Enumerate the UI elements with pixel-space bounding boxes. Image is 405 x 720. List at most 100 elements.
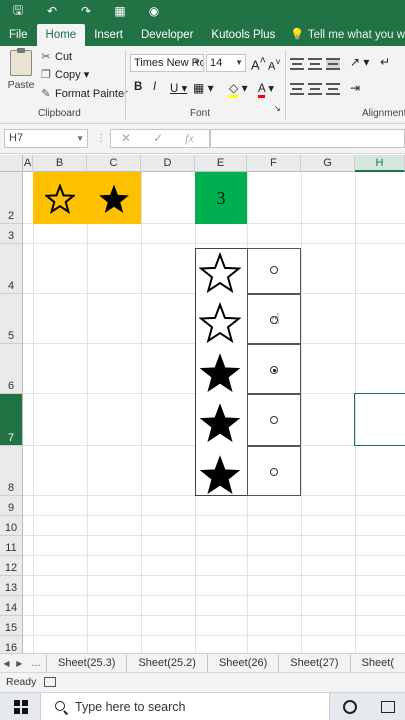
- sheet-more-button[interactable]: ...: [26, 657, 46, 669]
- rating-radio-button[interactable]: [270, 416, 278, 424]
- column-header-b[interactable]: B: [33, 155, 87, 172]
- sheet-prev-icon[interactable]: ◀: [0, 659, 13, 668]
- row-header-11[interactable]: 11: [0, 536, 23, 556]
- align-middle-icon[interactable]: [308, 58, 322, 70]
- italic-button[interactable]: I: [153, 81, 156, 93]
- fill-color-button[interactable]: ◇ ▾: [229, 81, 248, 98]
- row-header-5[interactable]: 5: [0, 294, 23, 344]
- formula-input[interactable]: [210, 129, 405, 148]
- align-right-icon[interactable]: [326, 83, 340, 95]
- copy-button[interactable]: ❐ Copy ▾: [40, 68, 89, 81]
- tell-me-search[interactable]: 💡 Tell me what you want: [284, 24, 405, 46]
- row-header-12[interactable]: 12: [0, 556, 23, 576]
- align-left-icon[interactable]: [290, 83, 304, 95]
- format-painter-button[interactable]: ✎ Format Painter: [40, 87, 128, 100]
- cortana-icon[interactable]: [343, 700, 357, 714]
- align-center-icon[interactable]: [308, 83, 322, 95]
- row-header-3[interactable]: 3: [0, 224, 23, 244]
- tab-home[interactable]: Home: [36, 24, 86, 46]
- paint-bucket-icon: ◇: [229, 81, 239, 98]
- rating-radio-button[interactable]: [270, 468, 278, 476]
- rating-star-outline-icon: [199, 302, 241, 344]
- row-header-6[interactable]: 6: [0, 344, 23, 394]
- font-name-select[interactable]: Times New Ro ▼: [130, 54, 204, 72]
- select-all-corner[interactable]: [0, 155, 23, 172]
- selected-cell-h7[interactable]: [354, 393, 405, 446]
- rating-value-cell[interactable]: 3: [195, 172, 247, 224]
- gridline: [23, 635, 405, 636]
- font-size-select[interactable]: 14 ▼: [206, 54, 246, 72]
- sheet-tab[interactable]: Sheet(25.3): [45, 654, 126, 672]
- row-header-10[interactable]: 10: [0, 516, 23, 536]
- column-header-a[interactable]: A: [23, 155, 33, 172]
- column-header-c[interactable]: C: [87, 155, 141, 172]
- row-header-13[interactable]: 13: [0, 576, 23, 596]
- row-header-16[interactable]: 16: [0, 636, 23, 653]
- redo-icon[interactable]: ↷: [76, 4, 96, 18]
- gridline: [23, 515, 405, 516]
- taskbar-search-box[interactable]: Type here to search: [40, 693, 330, 720]
- cancel-icon[interactable]: ✕: [121, 130, 131, 147]
- shrink-font-button[interactable]: A˅: [268, 57, 281, 73]
- underline-glyph: U: [170, 83, 179, 95]
- column-header-d[interactable]: D: [141, 155, 195, 172]
- indent-button[interactable]: ⇥: [350, 81, 360, 95]
- sheet-tab[interactable]: Sheet(25.2): [126, 654, 206, 672]
- form-icon[interactable]: ▦: [110, 4, 130, 18]
- row-header-15[interactable]: 15: [0, 616, 23, 636]
- gridline: [87, 172, 88, 653]
- align-top-icon[interactable]: [290, 58, 304, 70]
- format-painter-label: Format Painter: [55, 88, 128, 100]
- insert-function-icon[interactable]: fx: [185, 130, 194, 147]
- borders-icon: ▦: [193, 81, 205, 95]
- row-header-8[interactable]: 8: [0, 446, 23, 496]
- tab-kutools-plus[interactable]: Kutools Plus: [202, 24, 284, 46]
- star-filled-icon: [99, 184, 129, 213]
- row-header-14[interactable]: 14: [0, 596, 23, 616]
- column-header-h[interactable]: H: [355, 155, 405, 172]
- column-header-e[interactable]: E: [195, 155, 247, 172]
- task-view-icon[interactable]: [381, 701, 395, 713]
- bold-button[interactable]: B: [134, 81, 142, 93]
- rating-radio-button[interactable]: [270, 366, 278, 374]
- orientation-button[interactable]: ↗ ▾: [350, 55, 369, 69]
- vertical-align-buttons: [290, 58, 340, 70]
- worksheet-grid[interactable]: A B C D E F G H 2 3 4 5 6 7 8 9 10 11 12 13 14 15 16 3 ☝: [0, 155, 405, 653]
- name-box[interactable]: H7 ▼: [4, 129, 88, 148]
- enter-icon[interactable]: ✓: [153, 130, 163, 147]
- rating-radio-button[interactable]: [270, 266, 278, 274]
- font-dialog-launcher-icon[interactable]: ↘: [274, 104, 281, 113]
- tell-me-label: Tell me what you want: [307, 29, 405, 41]
- camera-icon[interactable]: ◉: [144, 4, 164, 18]
- sheet-tab[interactable]: Sheet(27): [278, 654, 349, 672]
- orientation-icon: ↗: [350, 55, 361, 69]
- column-header-f[interactable]: F: [247, 155, 301, 172]
- wrap-text-button[interactable]: ↵: [380, 55, 390, 69]
- undo-icon[interactable]: ↶: [42, 4, 62, 18]
- borders-button[interactable]: ▦ ▾: [193, 81, 214, 95]
- column-header-g[interactable]: G: [301, 155, 355, 172]
- paste-button[interactable]: Paste: [6, 48, 36, 91]
- indent-icon: ⇥: [350, 81, 361, 95]
- grow-font-button[interactable]: A˄: [251, 55, 266, 72]
- cut-button[interactable]: ✂ Cut: [40, 50, 72, 63]
- macro-record-icon[interactable]: [44, 677, 56, 687]
- windows-start-icon[interactable]: [14, 700, 28, 714]
- align-bottom-icon[interactable]: [326, 58, 340, 70]
- row-header-4[interactable]: 4: [0, 244, 23, 294]
- sheet-tab[interactable]: Sheet(: [349, 654, 405, 672]
- save-icon[interactable]: 🖫: [8, 1, 28, 22]
- sheet-tab[interactable]: Sheet(26): [206, 654, 278, 672]
- row-header-2[interactable]: 2: [0, 172, 23, 224]
- sheet-next-icon[interactable]: ▶: [13, 659, 26, 668]
- paste-label: Paste: [7, 79, 35, 91]
- row-header-9[interactable]: 9: [0, 496, 23, 516]
- tab-file[interactable]: File: [0, 24, 37, 46]
- alignment-group-label: Alignment: [362, 108, 405, 119]
- clipboard-group-label: Clipboard: [38, 108, 81, 119]
- tab-developer[interactable]: Developer: [132, 24, 202, 46]
- underline-button[interactable]: U ▾: [170, 81, 187, 95]
- row-header-7[interactable]: 7: [0, 394, 23, 446]
- tab-insert[interactable]: Insert: [85, 24, 132, 46]
- font-color-button[interactable]: A ▾: [258, 81, 274, 98]
